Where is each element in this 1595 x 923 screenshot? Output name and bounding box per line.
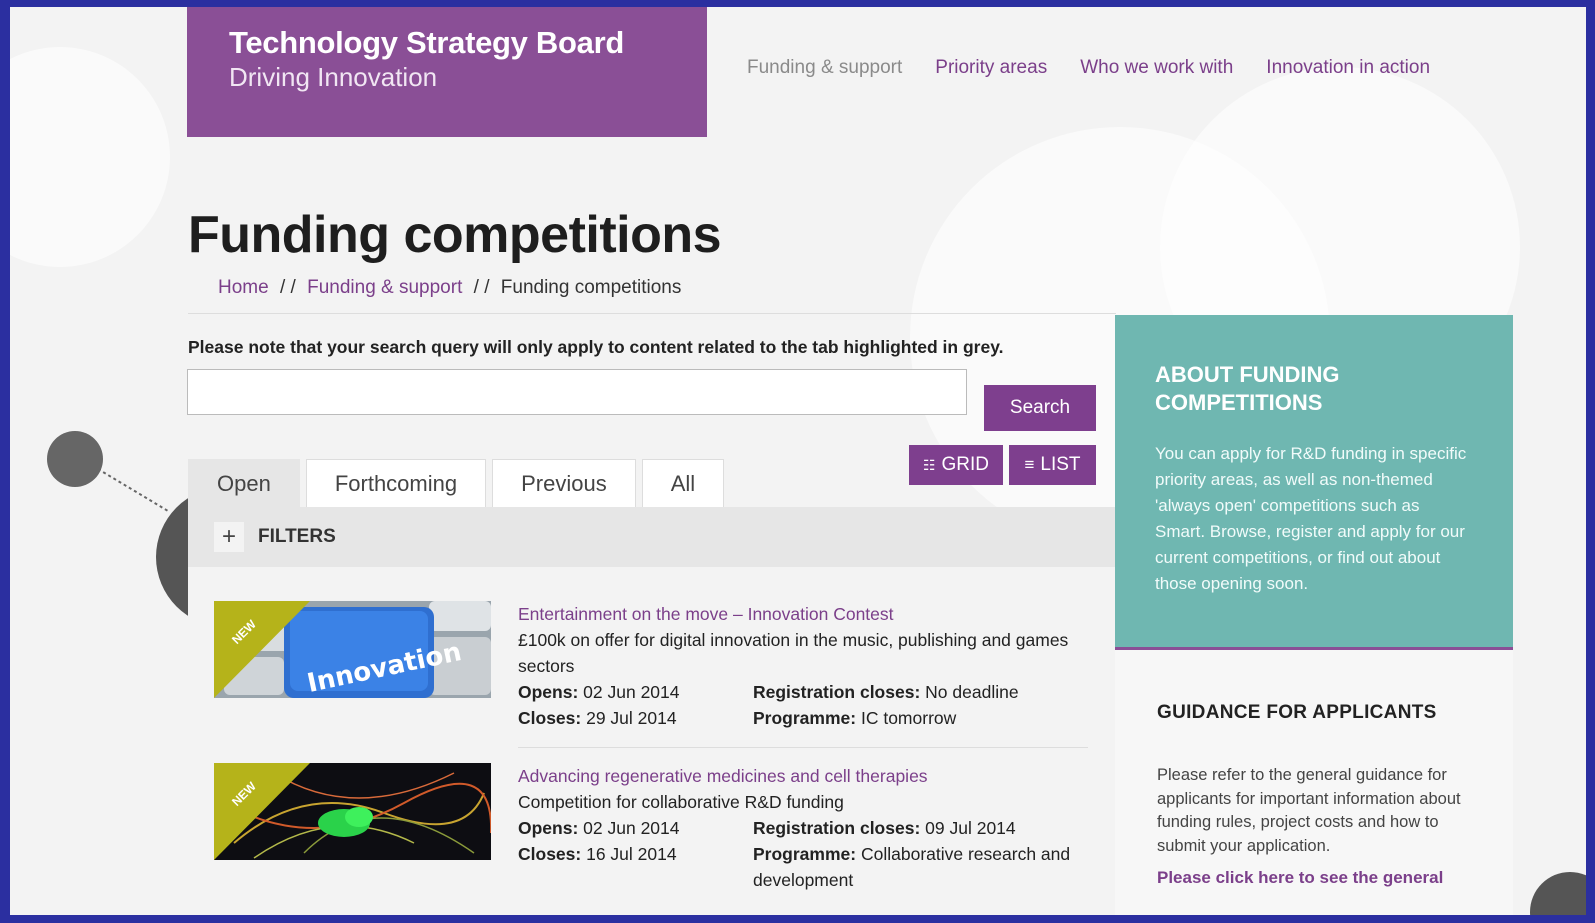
filters-bar[interactable]: + FILTERS (188, 507, 1116, 567)
competition-meta-row: Closes: 16 Jul 2014 Programme: Collabora… (518, 841, 1088, 893)
nav-innovation-in-action[interactable]: Innovation in action (1266, 57, 1430, 79)
search-note: Please note that your search query will … (188, 337, 1004, 357)
guidance-link[interactable]: Please click here to see the general (1157, 868, 1471, 888)
decorative-bubble (1530, 872, 1586, 915)
guidance-panel: GUIDANCE FOR APPLICANTS Please refer to … (1115, 650, 1513, 915)
registration-value: 09 Jul 2014 (925, 818, 1016, 838)
competition-thumbnail[interactable]: NEW (214, 763, 491, 860)
competition-meta-row: Opens: 02 Jun 2014 Registration closes: … (518, 815, 1088, 841)
about-text: You can apply for R&D funding in specifi… (1155, 444, 1467, 593)
browser-viewport: Technology Strategy Board Driving Innova… (10, 7, 1586, 915)
competition-meta-row: Closes: 29 Jul 2014 Programme: IC tomorr… (518, 705, 1088, 731)
logo-tagline: Driving Innovation (229, 62, 438, 92)
competition-thumbnail[interactable]: Innovation NEW (214, 601, 491, 698)
tab-previous[interactable]: Previous (492, 459, 636, 507)
logo-title: Technology Strategy Board (229, 25, 624, 60)
decorative-bubble (47, 431, 103, 487)
programme-value: IC tomorrow (860, 708, 957, 728)
tab-open[interactable]: Open (188, 459, 300, 507)
nav-priority-areas[interactable]: Priority areas (935, 57, 1047, 79)
about-panel: ABOUT FUNDING COMPETITIONS You can apply… (1115, 315, 1513, 651)
list-view-label: LIST (1040, 454, 1081, 475)
opens-label: Opens: (518, 682, 579, 702)
guidance-text: Please refer to the general guidance for… (1157, 766, 1461, 855)
opens-date: 02 Jun 2014 (583, 682, 680, 702)
competition-tabs: Open Forthcoming Previous All (188, 459, 725, 507)
tab-all[interactable]: All (641, 459, 725, 507)
registration-value: No deadline (925, 682, 1019, 702)
decorative-dotted-line (98, 469, 169, 512)
opens-label: Opens: (518, 818, 579, 838)
search-button[interactable]: Search (984, 385, 1096, 431)
search-input[interactable] (187, 369, 967, 415)
site-logo[interactable]: Technology Strategy Board Driving Innova… (187, 7, 707, 137)
competition-meta-row: Opens: 02 Jun 2014 Registration closes: … (518, 679, 1088, 705)
competition-title-link[interactable]: Entertainment on the move – Innovation C… (518, 601, 1088, 627)
page-title: Funding competitions (188, 206, 722, 264)
grid-view-label: GRID (941, 454, 990, 475)
guidance-title: GUIDANCE FOR APPLICANTS (1157, 702, 1437, 723)
background-decoration (10, 47, 170, 267)
closes-date: 16 Jul 2014 (586, 844, 677, 864)
nav-funding-support[interactable]: Funding & support (747, 57, 902, 79)
opens-date: 02 Jun 2014 (583, 818, 680, 838)
programme-label: Programme: (753, 844, 857, 864)
breadcrumb-separator: / / (473, 277, 490, 298)
expand-filters-icon[interactable]: + (214, 522, 244, 552)
about-title: ABOUT FUNDING COMPETITIONS (1155, 362, 1340, 415)
competition-details: Entertainment on the move – Innovation C… (518, 601, 1088, 731)
nav-who-we-work-with[interactable]: Who we work with (1080, 57, 1233, 79)
breadcrumb-current: Funding competitions (500, 277, 682, 298)
tab-forthcoming[interactable]: Forthcoming (305, 459, 487, 507)
breadcrumb-separator: / / (279, 277, 296, 298)
competition-list: Innovation NEW Entertainment on the move… (188, 567, 1116, 907)
registration-label: Registration closes: (753, 682, 921, 702)
registration-label: Registration closes: (753, 818, 921, 838)
breadcrumb-home[interactable]: Home (218, 277, 269, 298)
list-view-button[interactable]: ≡ LIST (1009, 445, 1096, 485)
closes-date: 29 Jul 2014 (586, 708, 677, 728)
competition-title-link[interactable]: Advancing regenerative medicines and cel… (518, 763, 1088, 789)
grid-icon: ☷ (922, 456, 936, 473)
competition-details: Advancing regenerative medicines and cel… (518, 763, 1088, 893)
grid-view-button[interactable]: ☷ GRID (909, 445, 1003, 485)
list-icon: ≡ (1024, 455, 1035, 474)
closes-label: Closes: (518, 844, 582, 864)
main-nav: Funding & support Priority areas Who we … (747, 57, 1430, 79)
closes-label: Closes: (518, 708, 582, 728)
competition-description: Competition for collaborative R&D fundin… (518, 792, 844, 812)
breadcrumb-funding-support[interactable]: Funding & support (307, 277, 462, 298)
divider (518, 747, 1088, 748)
programme-label: Programme: (753, 708, 857, 728)
filters-label: FILTERS (258, 526, 336, 547)
breadcrumb: Home / / Funding & support / / Funding c… (218, 277, 681, 299)
competition-description: £100k on offer for digital innovation in… (518, 630, 1069, 676)
divider (188, 313, 1116, 314)
